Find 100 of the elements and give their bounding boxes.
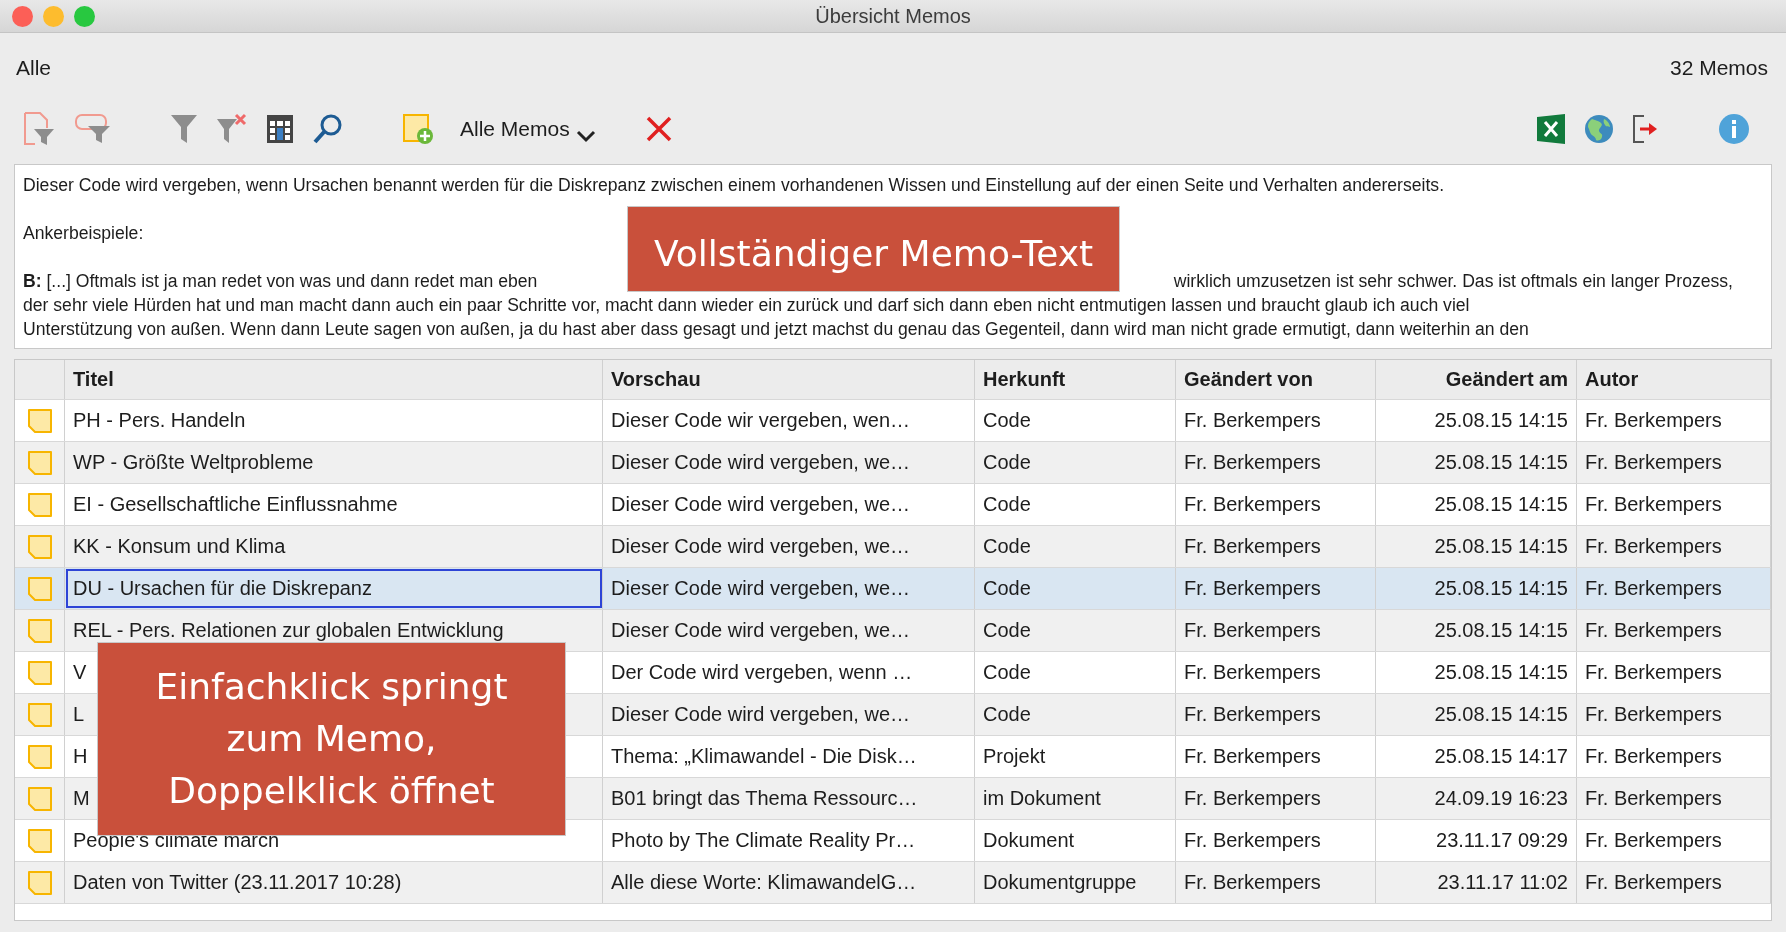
globe-icon[interactable]: [1584, 114, 1614, 144]
table-cell: Fr. Berkempers: [1577, 778, 1771, 819]
zoom-button[interactable]: [74, 6, 95, 27]
table-cell: Dieser Code wird vergeben, we…: [603, 610, 975, 651]
table-cell: Code: [975, 526, 1176, 567]
table-cell: Thema: „Klimawandel - Die Disk…: [603, 736, 975, 777]
table-cell: Fr. Berkempers: [1176, 526, 1376, 567]
table-cell: Alle diese Worte: KlimawandelG…: [603, 862, 975, 903]
table-cell: Fr. Berkempers: [1577, 526, 1771, 567]
new-memo-icon[interactable]: [402, 113, 434, 145]
table-cell: PH - Pers. Handeln: [65, 400, 603, 441]
table-cell: Code: [975, 442, 1176, 483]
info-icon[interactable]: [1718, 113, 1750, 145]
memo-text-line: wirklich umzusetzen ist sehr schwer. Das ist oftmals ein langer Prozess,: [1173, 270, 1733, 293]
table-cell: Fr. Berkempers: [1577, 862, 1771, 903]
memo-icon: [26, 743, 53, 770]
column-header[interactable]: Geändert von: [1176, 360, 1376, 399]
table-icon[interactable]: [266, 114, 294, 144]
window-title: Übersicht Memos: [815, 4, 971, 28]
table-cell: Fr. Berkempers: [1577, 694, 1771, 735]
table-cell: Fr. Berkempers: [1176, 652, 1376, 693]
table-cell: Fr. Berkempers: [1176, 610, 1376, 651]
memo-icon: [26, 407, 53, 434]
table-cell: WP - Größte Weltprobleme: [65, 442, 603, 483]
table-cell: Code: [975, 568, 1176, 609]
memo-icon: [26, 827, 53, 854]
table-cell: Fr. Berkempers: [1577, 400, 1771, 441]
table-cell: Code: [975, 652, 1176, 693]
table-cell: Fr. Berkempers: [1176, 736, 1376, 777]
table-cell: 25.08.15 14:15: [1376, 400, 1577, 441]
table-cell: Daten von Twitter (23.11.2017 10:28): [65, 862, 603, 903]
table-cell: Code: [975, 610, 1176, 651]
document-filter-icon[interactable]: [22, 111, 56, 147]
memo-text-line: Ankerbeispiele:: [23, 222, 145, 245]
table-cell: Fr. Berkempers: [1176, 484, 1376, 525]
memo-icon: [26, 533, 53, 560]
filter-icon[interactable]: [170, 113, 198, 145]
table-cell: 23.11.17 11:02: [1376, 862, 1577, 903]
table-cell: Code: [975, 484, 1176, 525]
filter-label: Alle: [16, 56, 52, 80]
table-cell: Fr. Berkempers: [1577, 610, 1771, 651]
table-cell: Fr. Berkempers: [1176, 400, 1376, 441]
table-cell: Fr. Berkempers: [1577, 736, 1771, 777]
table-row[interactable]: WP - Größte Weltprobleme Dieser Code wird vergeben, we… Code Fr. Berkempers 25.08.15 14:15 Fr. Berkempers: [15, 442, 1771, 484]
column-header[interactable]: Autor: [1577, 360, 1771, 399]
spreadsheet-icon[interactable]: [1536, 113, 1566, 145]
close-button[interactable]: [12, 6, 33, 27]
memo-text-line: Unterstützung von außen. Wenn dann Leute sagen von außen, ja du hast aber dass gesagt und jetzt machst du genau das Gegenteil, dann wird man nicht grade ermutigt, dann weiterhin an den: [23, 318, 1530, 341]
close-icon[interactable]: [645, 116, 672, 142]
table-cell: im Dokument: [975, 778, 1176, 819]
memo-icon: [26, 659, 53, 686]
table-cell: 25.08.15 14:15: [1376, 442, 1577, 483]
memo-icon: [26, 491, 53, 518]
table-cell: 25.08.15 14:15: [1376, 568, 1577, 609]
table-cell: Fr. Berkempers: [1577, 568, 1771, 609]
table-row[interactable]: Daten von Twitter (23.11.2017 10:28) Alle diese Worte: KlimawandelG… Dokumentgruppe Fr. Berkempers 23.11.17 11:02 Fr. Berkempers: [15, 862, 1771, 904]
table-cell: Dieser Code wird vergeben, we…: [603, 484, 975, 525]
table-row[interactable]: KK - Konsum und Klima Dieser Code wird vergeben, we… Code Fr. Berkempers 25.08.15 14:15 Fr. Berkempers: [15, 526, 1771, 568]
table-cell: 25.08.15 14:15: [1376, 694, 1577, 735]
column-header[interactable]: Titel: [65, 360, 603, 399]
memo-icon: [26, 785, 53, 812]
table-cell: Fr. Berkempers: [1577, 484, 1771, 525]
memo-filter-dropdown[interactable]: Alle Memos: [460, 115, 596, 143]
table-cell: 23.11.17 09:29: [1376, 820, 1577, 861]
table-cell: Code: [975, 694, 1176, 735]
memo-text-line: Dieser Code wird vergeben, wenn Ursachen benannt werden für die Diskrepanz zwischen einem vorhandenen Wissen und Einstellung auf der einen Seite und Verhalten andererseits.: [23, 174, 1446, 197]
memo-count: 32 Memos: [1669, 56, 1768, 80]
memo-text-line: B: [...] Oftmals ist ja man redet von was und dann redet man eben: [23, 270, 538, 293]
table-cell: 25.08.15 14:17: [1376, 736, 1577, 777]
memo-text-line: der sehr viele Hürden hat und man macht dann auch ein paar Schritte vor, macht dann wieder ein zurück und darf sich dann eben nicht entmutigen lassen und braucht glaub ich auch viel: [23, 294, 1471, 317]
table-cell: 25.08.15 14:15: [1376, 652, 1577, 693]
memo-icon: [26, 575, 53, 602]
memo-icon: [26, 701, 53, 728]
table-cell: Dieser Code wir vergeben, wen…: [603, 400, 975, 441]
memo-icon: [26, 869, 53, 896]
table-row[interactable]: REL - Pers. Relationen zur globalen Entwicklung Dieser Code wird vergeben, we… Code Fr. Berkempers 25.08.15 14:15 Fr. Berkempers: [15, 610, 1771, 652]
table-cell: Fr. Berkempers: [1176, 778, 1376, 819]
table-cell: 25.08.15 14:15: [1376, 526, 1577, 567]
table-cell: Dokument: [975, 820, 1176, 861]
hint-tooltip: Einfachklick springt zum Memo, Doppelklick öffnet: [97, 642, 566, 836]
table-cell: EI - Gesellschaftliche Einflussnahme: [65, 484, 603, 525]
table-cell: Code: [975, 400, 1176, 441]
column-header[interactable]: Herkunft: [975, 360, 1176, 399]
search-icon[interactable]: [312, 113, 344, 145]
table-cell: Fr. Berkempers: [1577, 820, 1771, 861]
column-header[interactable]: Vorschau: [603, 360, 975, 399]
chevron-icon: [575, 129, 596, 143]
table-cell: Projekt: [975, 736, 1176, 777]
memo-icon: [26, 449, 53, 476]
table-cell: Photo by The Climate Reality Pr…: [603, 820, 975, 861]
column-header[interactable]: Geändert am: [1376, 360, 1577, 399]
table-row[interactable]: DU - Ursachen für die Diskrepanz Dieser Code wird vergeben, we… Code Fr. Berkempers 25.08.15 14:15 Fr. Berkempers: [15, 568, 1771, 610]
clear-filter-icon[interactable]: [216, 113, 248, 145]
table-cell: Dokumentgruppe: [975, 862, 1176, 903]
table-cell: Dieser Code wird vergeben, we…: [603, 442, 975, 483]
code-filter-icon[interactable]: [74, 112, 112, 146]
hint-tooltip: Vollständiger Memo-Text: [627, 206, 1120, 292]
table-cell: Fr. Berkempers: [1176, 862, 1376, 903]
table-cell: 24.09.19 16:23: [1376, 778, 1577, 819]
table-cell: Fr. Berkempers: [1577, 442, 1771, 483]
